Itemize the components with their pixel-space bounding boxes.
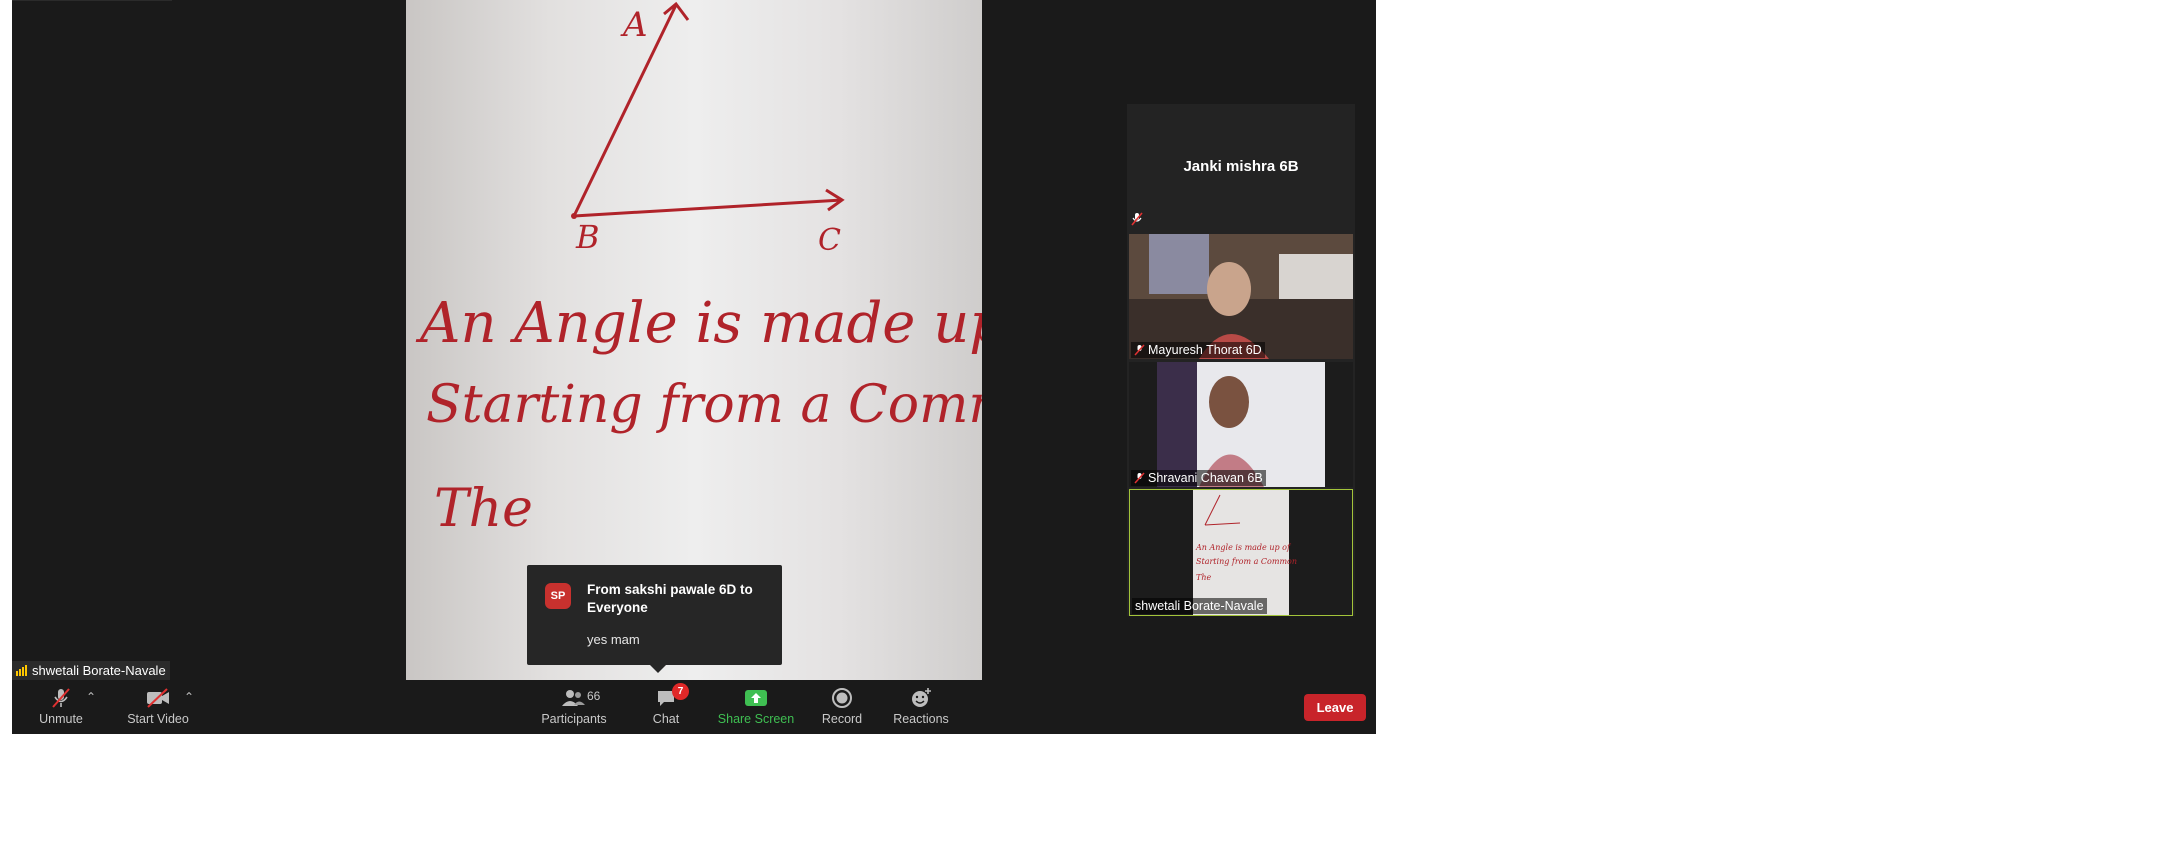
participants-icon: [562, 690, 585, 706]
gallery-panel: Janki mishra 6B Mayuresh Thorat 6D Shrav…: [1127, 104, 1355, 616]
video-tile-shwetali[interactable]: An Angle is made up of Starting from a C…: [1129, 489, 1353, 616]
microphone-muted-icon: [1131, 212, 1143, 226]
label-a: A: [620, 5, 648, 45]
share-screen-label: Share Screen: [717, 712, 795, 726]
tile-name: Mayuresh Thorat 6D: [1148, 343, 1262, 357]
chat-label: Chat: [652, 712, 680, 726]
signal-icon: [16, 665, 27, 676]
record-label: Record: [821, 712, 863, 726]
reactions-label: Reactions: [893, 712, 949, 726]
chat-badge: 7: [672, 683, 689, 700]
record-icon: [832, 688, 852, 708]
unmute-button[interactable]: Unmute: [32, 680, 90, 734]
chat-notification-title: From sakshi pawale 6D to Everyone: [587, 582, 753, 615]
chat-button[interactable]: 7 Chat: [636, 680, 696, 734]
tile-name: shwetali Borate-Navale: [1135, 599, 1264, 613]
reactions-button[interactable]: Reactions: [885, 680, 957, 734]
tile-whiteboard-text-1: An Angle is made up of: [1195, 543, 1292, 552]
tile-whiteboard-text-3: The: [1196, 573, 1211, 582]
participants-count: 66: [587, 689, 601, 703]
board-line-3: The: [434, 479, 533, 539]
participant-video: [1129, 362, 1353, 487]
chat-notification-message: yes mam: [587, 632, 640, 647]
tile-name-label: shwetali Borate-Navale: [1132, 598, 1267, 614]
board-line-2: Starting from a Common: [426, 375, 982, 435]
participants-button[interactable]: 66 Participants: [539, 680, 609, 734]
tile-name-label: Shravani Chavan 6B: [1131, 470, 1266, 486]
share-screen-icon: [745, 690, 767, 706]
record-button[interactable]: Record: [812, 680, 872, 734]
video-off-icon: [147, 688, 169, 708]
label-b: B: [575, 218, 600, 256]
unmute-label: Unmute: [39, 712, 83, 726]
microphone-muted-icon: [1134, 472, 1145, 484]
board-line-1: An Angle is made up of: [415, 291, 982, 356]
label-c: C: [818, 223, 841, 258]
participant-video: An Angle is made up of Starting from a C…: [1130, 490, 1352, 615]
leave-button[interactable]: Leave: [1304, 694, 1366, 721]
caret-up-icon[interactable]: ⌃: [184, 690, 194, 704]
participant-name-janki: Janki mishra 6B: [1183, 158, 1299, 175]
top-strip: [12, 0, 172, 1]
tile-whiteboard-text-2: Starting from a Common: [1196, 557, 1297, 566]
tile-name-label: Mayuresh Thorat 6D: [1131, 342, 1265, 358]
participant-video: [1129, 234, 1353, 359]
reactions-icon: [912, 688, 931, 707]
caret-up-icon[interactable]: ⌃: [86, 690, 96, 704]
chat-notification[interactable]: SP From sakshi pawale 6D to Everyone yes…: [527, 565, 782, 673]
start-video-button[interactable]: Start Video: [120, 680, 196, 734]
share-screen-button[interactable]: Share Screen: [711, 680, 801, 734]
video-tile-mayuresh[interactable]: Mayuresh Thorat 6D: [1129, 234, 1353, 359]
active-speaker-name: shwetali Borate-Navale: [32, 663, 166, 678]
meeting-toolbar: Unmute ⌃ Start Video ⌃ 66 Participants 7…: [12, 680, 1376, 734]
tile-name: Shravani Chavan 6B: [1148, 471, 1263, 485]
microphone-muted-icon: [52, 688, 70, 708]
video-tile-shravani[interactable]: Shravani Chavan 6B: [1129, 362, 1353, 487]
microphone-muted-icon: [1134, 344, 1145, 356]
active-speaker-label: shwetali Borate-Navale: [12, 661, 170, 680]
participants-label: Participants: [541, 712, 607, 726]
sender-avatar: SP: [545, 583, 571, 609]
start-video-label: Start Video: [127, 712, 189, 726]
